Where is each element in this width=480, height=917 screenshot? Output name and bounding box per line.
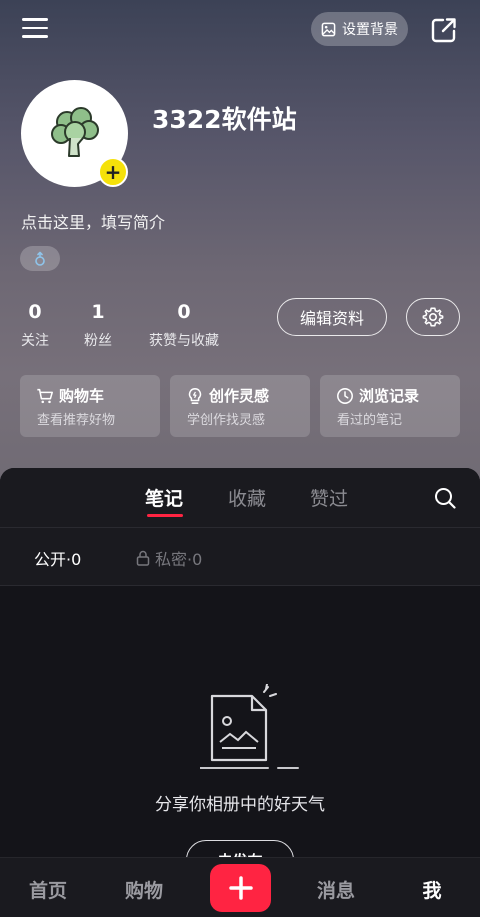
stat-following-value: 0 [28,301,42,323]
share-icon[interactable] [430,16,458,44]
nav-me[interactable]: 我 [402,876,462,903]
image-icon [321,22,336,36]
card-shopping-cart-subtitle: 查看推荐好物 [37,413,116,428]
active-tab-indicator [147,514,183,517]
tab-collections[interactable]: 收藏 [228,484,266,511]
add-avatar-badge[interactable]: + [98,157,128,187]
card-creative-inspiration[interactable]: 创作灵感 学创作找灵感 [170,375,310,437]
subtab-private-label: 私密·0 [155,550,203,569]
settings-button[interactable] [406,298,460,336]
card-shopping-cart[interactable]: 购物车 查看推荐好物 [20,375,160,437]
tab-liked[interactable]: 赞过 [310,484,348,511]
menu-icon[interactable] [22,18,48,40]
card-browsing-history[interactable]: 浏览记录 看过的笔记 [320,375,460,437]
card-creative-inspiration-subtitle: 学创作找灵感 [187,413,266,428]
nav-shopping[interactable]: 购物 [114,876,174,903]
clock-icon [337,387,353,404]
stat-likes[interactable]: 0 获赞与收藏 [146,300,222,350]
lightbulb-icon [188,387,202,404]
bio-prompt[interactable]: 点击这里，填写简介 [21,209,165,233]
create-post-button[interactable] [210,864,271,912]
empty-state-message: 分享你相册中的好天气 [155,795,325,815]
stat-followers-label: 粉丝 [84,333,112,349]
nav-home[interactable]: 首页 [18,876,78,903]
subtab-private[interactable]: 私密·0 [136,546,202,570]
lock-icon [136,550,150,566]
edit-profile-button[interactable]: 编辑资料 [277,298,387,336]
card-creative-inspiration-title: 创作灵感 [209,387,270,405]
nav-messages[interactable]: 消息 [306,876,366,903]
search-icon[interactable] [433,486,457,510]
card-browsing-history-title: 浏览记录 [359,387,420,405]
stat-following[interactable]: 0 关注 [20,300,50,350]
stat-followers-value: 1 [91,301,105,323]
stat-following-label: 关注 [21,333,49,349]
stat-likes-value: 0 [177,301,191,323]
card-browsing-history-subtitle: 看过的笔记 [337,413,403,428]
gear-icon [422,307,444,327]
stat-likes-label: 获赞与收藏 [149,333,219,349]
plus-icon [228,876,253,900]
set-background-label: 设置背景 [342,22,398,38]
username: 3322软件站 [152,105,297,134]
male-gender-icon [35,251,45,266]
gender-badge[interactable] [20,246,60,271]
broccoli-icon [50,106,99,157]
empty-notes-icon [200,684,299,769]
cart-icon [37,388,53,403]
set-background-button[interactable]: 设置背景 [311,12,408,46]
stat-followers[interactable]: 1 粉丝 [83,300,113,350]
subtab-public[interactable]: 公开·0 [34,546,81,570]
tab-notes[interactable]: 笔记 [145,484,183,511]
card-shopping-cart-title: 购物车 [59,387,105,405]
